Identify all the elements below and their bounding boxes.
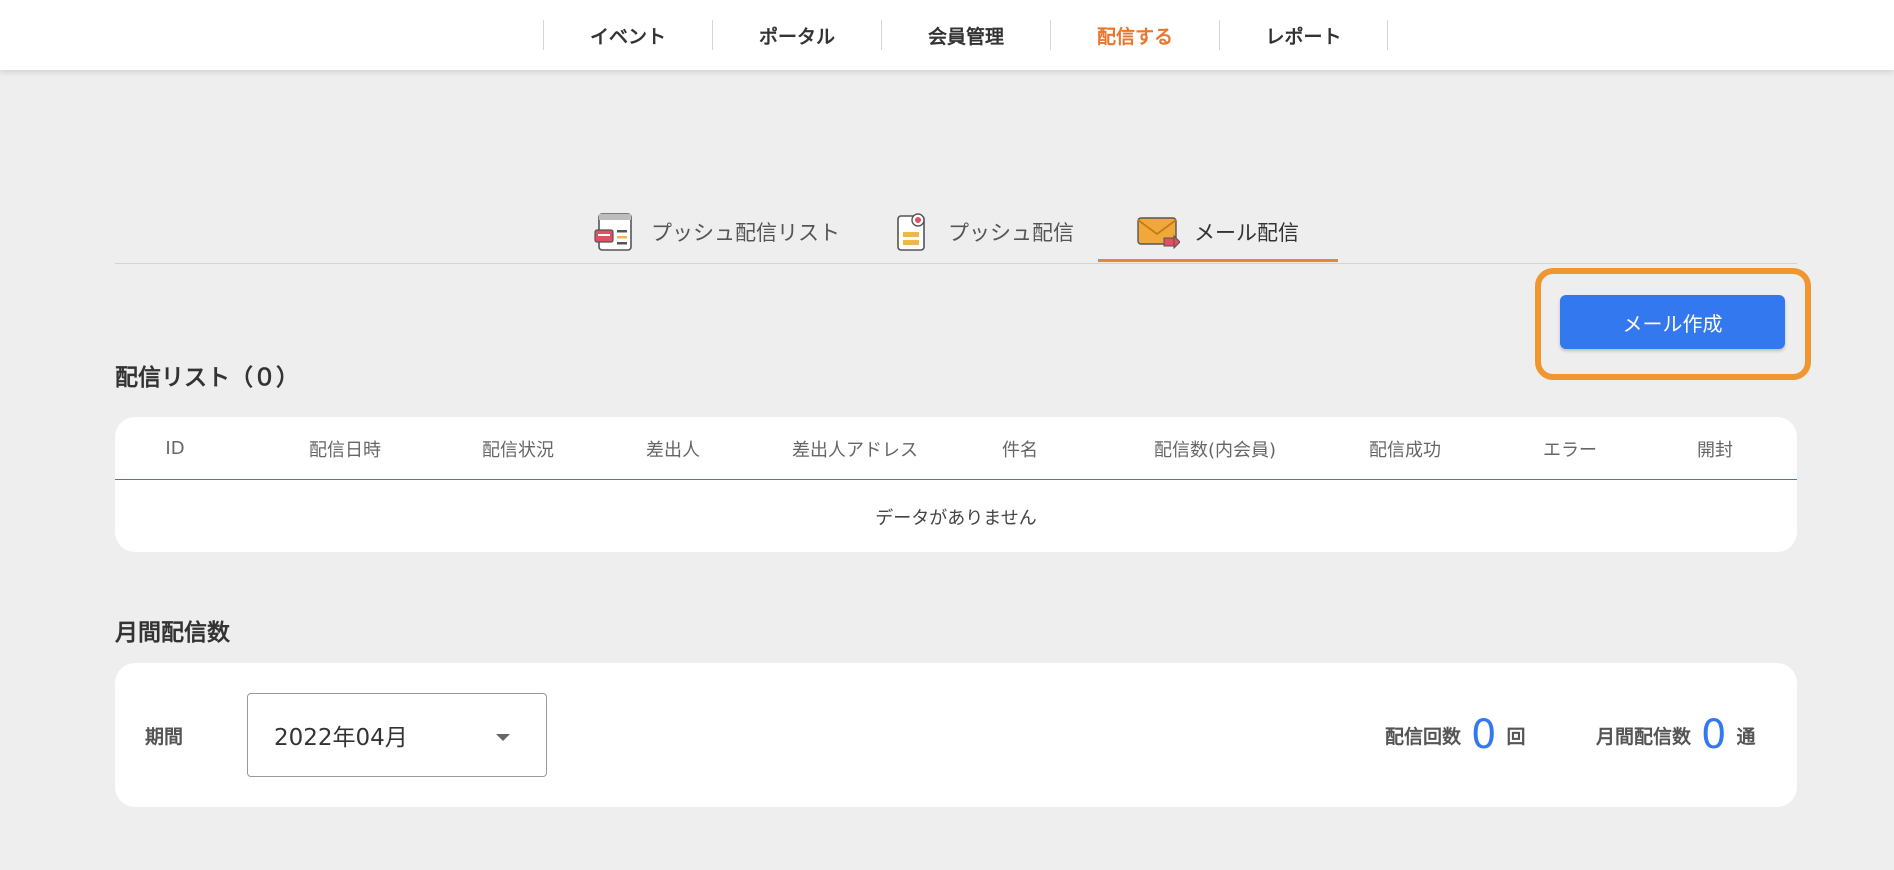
nav-item-report[interactable]: レポート (1219, 20, 1388, 50)
active-tab-underline (1098, 259, 1338, 262)
top-nav-items: イベント ポータル 会員管理 配信する レポート (543, 20, 1388, 50)
delivery-tabs: プッシュ配信リスト プッシュ配信 メール配信 (115, 200, 1797, 264)
period-label: 期間 (145, 725, 184, 748)
delivery-count-stat: 配信回数 0 回 (1385, 663, 1525, 807)
monthly-card: 期間 2022年04月 配信回数 0 回 月間配信数 0 通 (115, 663, 1797, 807)
column-header-delivery-status[interactable]: 配信状況 (438, 417, 598, 480)
push-list-icon (594, 212, 632, 251)
tab-mail[interactable]: メール配信 (1136, 200, 1299, 263)
column-header-sender-address[interactable]: 差出人アドレス (755, 417, 955, 480)
nav-item-members[interactable]: 会員管理 (881, 20, 1050, 50)
column-header-id[interactable]: ID (145, 417, 205, 480)
column-header-sender[interactable]: 差出人 (613, 417, 733, 480)
monthly-delivery-value: 0 (1701, 712, 1727, 758)
column-header-subject[interactable]: 件名 (970, 417, 1070, 480)
monthly-title: 月間配信数 (115, 620, 230, 646)
nav-item-events[interactable]: イベント (543, 20, 712, 50)
create-mail-button[interactable]: メール作成 (1560, 295, 1785, 349)
push-document-icon (897, 212, 925, 251)
column-header-delivery-count[interactable]: 配信数(内会員) (1115, 417, 1315, 480)
nav-item-distribute[interactable]: 配信する (1050, 20, 1219, 50)
period-select-value: 2022年04月 (274, 725, 408, 751)
chevron-down-icon (496, 734, 510, 741)
tab-push-list[interactable]: プッシュ配信リスト (593, 200, 840, 263)
delivery-list-title: 配信リスト（０） (115, 365, 299, 391)
monthly-delivery-label: 月間配信数 (1596, 725, 1692, 748)
column-header-error[interactable]: エラー (1510, 417, 1630, 480)
monthly-delivery-unit: 通 (1736, 725, 1756, 748)
period-select[interactable]: 2022年04月 (247, 693, 547, 777)
monthly-delivery-stat: 月間配信数 0 通 (1596, 663, 1755, 807)
delivery-table: ID 配信日時 配信状況 差出人 差出人アドレス 件名 配信数(内会員) 配信成… (115, 417, 1797, 552)
nav-item-portal[interactable]: ポータル (712, 20, 881, 50)
tab-mail-label: メール配信 (1194, 220, 1299, 245)
column-header-opened[interactable]: 開封 (1665, 417, 1765, 480)
table-empty-message: データがありません (875, 507, 1037, 529)
delivery-count-label: 配信回数 (1385, 725, 1462, 748)
tab-push-label: プッシュ配信 (948, 220, 1074, 245)
column-header-delivery-datetime[interactable]: 配信日時 (265, 417, 425, 480)
table-header: ID 配信日時 配信状況 差出人 差出人アドレス 件名 配信数(内会員) 配信成… (115, 417, 1797, 480)
delivery-count-value: 0 (1471, 712, 1497, 758)
mail-icon (1137, 216, 1180, 249)
column-header-delivery-success[interactable]: 配信成功 (1335, 417, 1475, 480)
tab-push[interactable]: プッシュ配信 (890, 200, 1074, 263)
tab-push-list-label: プッシュ配信リスト (651, 220, 840, 245)
delivery-count-unit: 回 (1506, 725, 1526, 748)
top-navigation: イベント ポータル 会員管理 配信する レポート (0, 0, 1894, 70)
